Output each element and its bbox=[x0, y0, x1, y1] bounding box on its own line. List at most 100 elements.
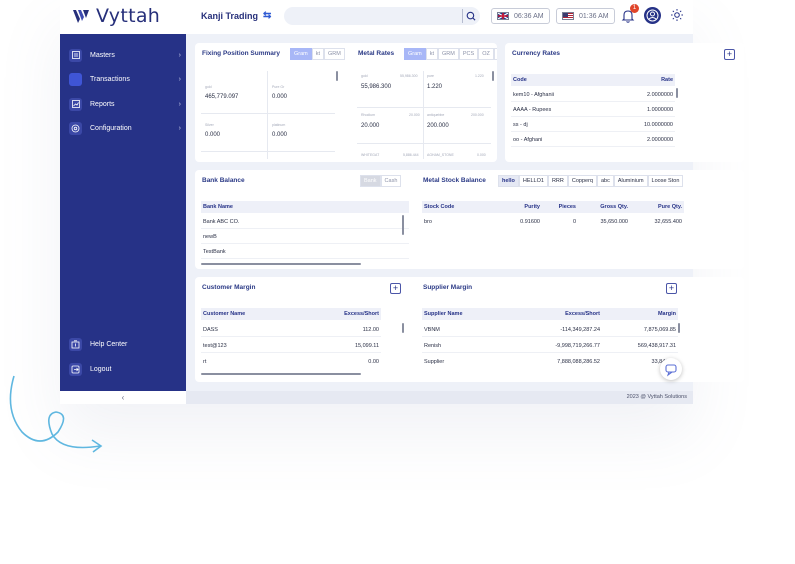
table-row[interactable]: newB bbox=[201, 230, 409, 244]
sidebar-item-configuration[interactable]: Configuration › bbox=[69, 120, 181, 136]
rate-sub: 55,986.300 bbox=[400, 74, 418, 78]
column-header: Customer Name bbox=[203, 311, 246, 317]
sidebar-item-masters[interactable]: Masters › bbox=[69, 47, 181, 63]
tab-unit[interactable]: GRM bbox=[438, 48, 459, 60]
table-row[interactable]: oo - Afghani 2.0000000 bbox=[511, 133, 675, 147]
table-row[interactable]: test@123 15,099.11 bbox=[201, 339, 381, 353]
tab-stock[interactable]: Aluminium bbox=[613, 175, 648, 187]
brand-logo[interactable]: Vyttah bbox=[72, 5, 160, 27]
tab-unit[interactable]: kt bbox=[311, 48, 325, 60]
tab-stock[interactable]: RRR bbox=[547, 175, 568, 187]
table-header: Stock Code Purity Pieces Gross Qty. Pure… bbox=[422, 201, 684, 213]
bank-name: newB bbox=[203, 233, 217, 240]
company-switcher[interactable]: Kanji Trading ⇆ bbox=[201, 10, 271, 21]
fixing-value: 0.000 bbox=[205, 132, 221, 138]
column-header: Pure Qty. bbox=[657, 204, 682, 210]
tab-stock[interactable]: Copperq bbox=[567, 175, 597, 187]
copyright-text: 2023 @ Vyttah Solutions bbox=[626, 394, 687, 400]
table-row[interactable]: Bank ABC CO. bbox=[201, 215, 409, 229]
us-flag-icon bbox=[562, 12, 574, 20]
company-name: Kanji Trading bbox=[201, 10, 259, 21]
table-row[interactable]: TestBank bbox=[201, 245, 409, 259]
tab-unit[interactable]: OZ bbox=[478, 48, 494, 60]
add-customer-button[interactable]: + bbox=[390, 283, 401, 294]
scrollbar[interactable] bbox=[678, 323, 680, 333]
table-header: Customer Name Excess/Short bbox=[201, 308, 381, 320]
rate-sub: 1.220 bbox=[475, 74, 484, 78]
table-row[interactable]: kem10 - Afghanii 2.0000000 bbox=[511, 88, 675, 102]
tab-stock[interactable]: Loose Ston bbox=[647, 175, 684, 187]
supplier-excess: -114,349,287.24 bbox=[560, 326, 600, 333]
column-header: Code bbox=[513, 77, 527, 83]
tab-stock[interactable]: hello bbox=[498, 175, 519, 187]
scrollbar[interactable] bbox=[402, 323, 404, 333]
tab-unit[interactable]: Gram bbox=[404, 48, 426, 60]
sidebar-item-transactions[interactable]: Transactions › bbox=[69, 71, 181, 87]
scrollbar[interactable] bbox=[201, 373, 361, 375]
tab-bank[interactable]: Bank bbox=[360, 175, 381, 187]
sidebar-item-label: Configuration bbox=[90, 124, 132, 132]
fixing-label: gold bbox=[205, 85, 212, 89]
plus-icon: + bbox=[726, 49, 733, 59]
tab-cash[interactable]: Cash bbox=[380, 175, 402, 187]
scrollbar[interactable] bbox=[676, 88, 678, 98]
chevron-right-icon: › bbox=[178, 100, 181, 108]
supplier-excess: -9,998,719,266.77 bbox=[555, 342, 600, 349]
supplier-name: VBNM bbox=[424, 326, 440, 333]
tab-unit[interactable]: GRM bbox=[324, 48, 345, 60]
search-input[interactable] bbox=[284, 7, 480, 25]
notification-button[interactable]: 1 bbox=[620, 4, 639, 24]
scrollbar[interactable] bbox=[492, 71, 494, 81]
table-row[interactable]: AAAA - Rupees 1.0000000 bbox=[511, 103, 675, 117]
app-window: Vyttah Kanji Trading ⇆ 06:36 AM 01:36 AM bbox=[60, 0, 744, 404]
scrollbar[interactable] bbox=[336, 71, 338, 81]
rate-value: 1.220 bbox=[427, 84, 443, 90]
tab-stock[interactable]: abc bbox=[596, 175, 614, 187]
stock-purity: 0.91600 bbox=[520, 219, 540, 225]
table-row[interactable]: ss - dj 10.0000000 bbox=[511, 118, 675, 132]
table-row[interactable]: bro 0.91600 0 35,650.000 32,655.400 bbox=[422, 215, 684, 229]
theme-toggle-icon[interactable] bbox=[670, 8, 684, 22]
chat-icon bbox=[665, 364, 677, 377]
sidebar-item-reports[interactable]: Reports › bbox=[69, 96, 181, 112]
user-avatar[interactable] bbox=[644, 7, 661, 24]
add-currency-button[interactable]: + bbox=[724, 49, 735, 60]
sidebar-item-help-center[interactable]: Help Center bbox=[69, 336, 181, 352]
supplier-name: Supplier bbox=[424, 359, 445, 365]
uk-time: 06:36 AM bbox=[514, 12, 544, 20]
stock-tabs: hello HELLO1 RRR Copperq abc Aluminium L… bbox=[498, 175, 684, 187]
customer-excess: 0.00 bbox=[368, 359, 379, 365]
rate-value: 20.000 bbox=[361, 123, 380, 129]
uk-flag-icon bbox=[497, 12, 509, 20]
add-supplier-button[interactable]: + bbox=[666, 283, 677, 294]
chat-support-button[interactable] bbox=[660, 358, 682, 380]
scrollbar[interactable] bbox=[201, 263, 361, 265]
table-row[interactable]: VBNM -114,349,287.24 7,875,069.85 bbox=[422, 323, 678, 337]
metal-rates-card: Metal Rates Gram kt GRM PCS OZ kg gold 5… bbox=[351, 43, 497, 162]
search-icon[interactable] bbox=[462, 9, 476, 23]
table-row[interactable]: rt 0.00 bbox=[201, 355, 381, 369]
tab-unit[interactable]: Gram bbox=[290, 48, 312, 60]
tab-stock[interactable]: HELLO1 bbox=[518, 175, 548, 187]
swap-icon[interactable]: ⇆ bbox=[263, 10, 271, 21]
table-row[interactable]: DASS 112.00 bbox=[201, 323, 381, 337]
rate-label: antiquebbe bbox=[427, 113, 445, 117]
tab-unit[interactable]: kt bbox=[425, 48, 439, 60]
fixing-label: Silver bbox=[205, 123, 214, 127]
customer-name: test@123 bbox=[203, 342, 227, 349]
tab-unit[interactable]: kg bbox=[493, 48, 497, 60]
rate-label: pure bbox=[427, 74, 435, 78]
column-header: Stock Code bbox=[424, 204, 455, 210]
top-bar: Vyttah Kanji Trading ⇆ 06:36 AM 01:36 AM bbox=[60, 0, 693, 34]
tab-unit[interactable]: PCS bbox=[458, 48, 479, 60]
us-clock[interactable]: 01:36 AM bbox=[556, 8, 615, 24]
table-row[interactable]: Renish -9,998,719,266.77 569,438,917.31 bbox=[422, 339, 678, 353]
rate-label: gold bbox=[361, 74, 368, 78]
table-row[interactable]: Supplier 7,888,088,286.52 33,843,15 bbox=[422, 355, 678, 369]
fixing-value: 465,779.097 bbox=[205, 94, 239, 100]
column-header: Gross Qty. bbox=[600, 204, 628, 210]
masters-icon bbox=[69, 48, 82, 62]
column-header: Excess/Short bbox=[565, 311, 600, 317]
scrollbar[interactable] bbox=[402, 215, 404, 235]
uk-clock[interactable]: 06:36 AM bbox=[491, 8, 550, 24]
